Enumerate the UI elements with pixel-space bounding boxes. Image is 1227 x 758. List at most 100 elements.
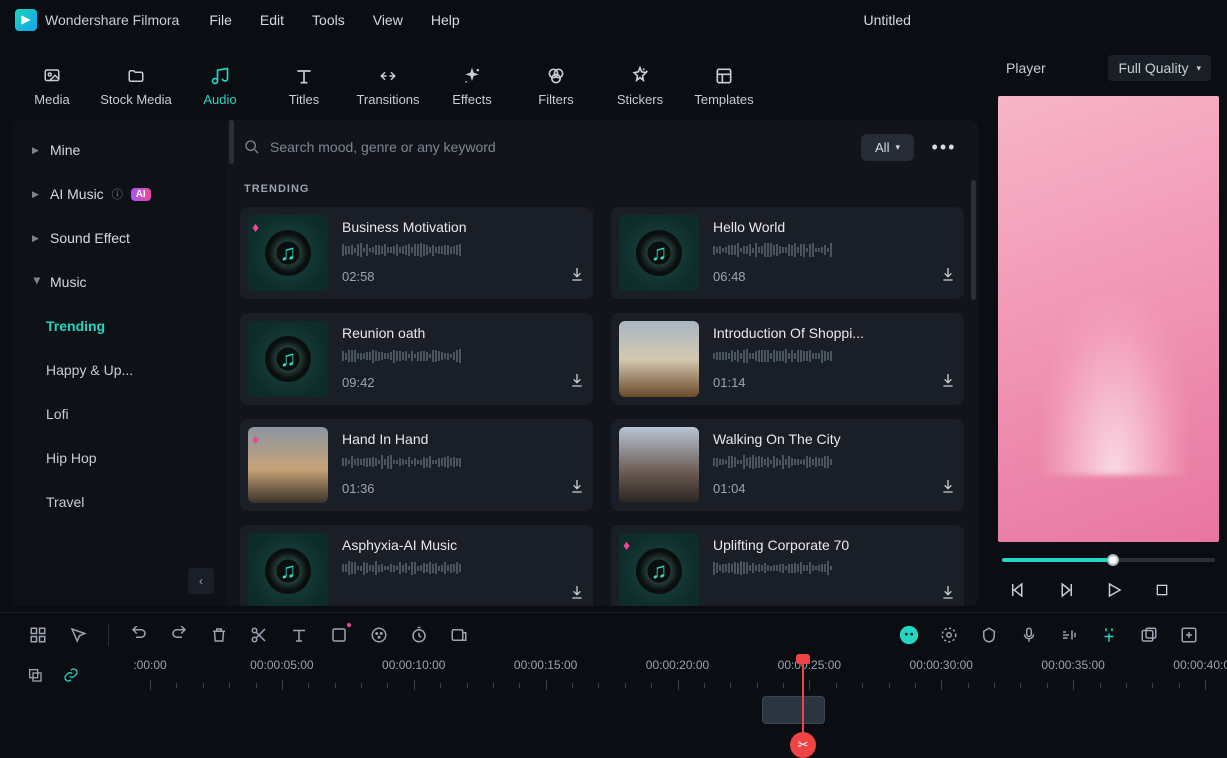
- add-track-button[interactable]: [1173, 619, 1205, 651]
- chevron-right-icon: ▶: [32, 233, 42, 244]
- ai-assistant-button[interactable]: [893, 619, 925, 651]
- track-duration: 01:04: [713, 481, 746, 496]
- speed-button[interactable]: [403, 619, 435, 651]
- undo-button[interactable]: [123, 619, 155, 651]
- tab-audio[interactable]: Audio: [180, 54, 260, 116]
- tab-transitions[interactable]: Transitions: [348, 54, 428, 116]
- delete-button[interactable]: [203, 619, 235, 651]
- track-card[interactable]: ♫Hello World06:48: [611, 207, 964, 299]
- waveform: [342, 348, 585, 364]
- playhead[interactable]: ✂: [802, 656, 804, 744]
- track-title: Asphyxia-AI Music: [342, 537, 585, 553]
- project-title: Untitled: [864, 12, 911, 28]
- track-card[interactable]: ♦Hand In Hand01:36: [240, 419, 593, 511]
- text-button[interactable]: [283, 619, 315, 651]
- track-card[interactable]: ♫Reunion oath09:42: [240, 313, 593, 405]
- timeline-toolbar: [0, 612, 1227, 656]
- player-tab[interactable]: Player: [1006, 60, 1046, 76]
- track-card[interactable]: ♦♫Business Motivation02:58: [240, 207, 593, 299]
- sidebar-item-trending[interactable]: Trending: [46, 304, 218, 348]
- quality-selector[interactable]: Full Quality ▾: [1108, 55, 1211, 81]
- download-button[interactable]: [569, 584, 585, 605]
- adjustment-button[interactable]: [1133, 619, 1165, 651]
- download-button[interactable]: [940, 372, 956, 393]
- track-thumbnail: [619, 321, 699, 397]
- sidebar-item-travel[interactable]: Travel: [46, 480, 218, 524]
- timeline-duplicate-button[interactable]: [22, 662, 48, 688]
- sidebar-item-happy-up-[interactable]: Happy & Up...: [46, 348, 218, 392]
- auto-beat-button[interactable]: [1093, 619, 1125, 651]
- menu-edit[interactable]: Edit: [260, 12, 284, 28]
- tab-filters[interactable]: Filters: [516, 54, 596, 116]
- split-button[interactable]: [243, 619, 275, 651]
- tab-stickers[interactable]: Stickers: [600, 54, 680, 116]
- image-icon: [41, 64, 63, 88]
- render-button[interactable]: [933, 619, 965, 651]
- premium-gem-icon: ♦: [252, 219, 259, 235]
- track-card[interactable]: ♫Asphyxia-AI Music: [240, 525, 593, 606]
- sidebar-item-hip-hop[interactable]: Hip Hop: [46, 436, 218, 480]
- progress-thumb[interactable]: [1107, 554, 1119, 566]
- track-card[interactable]: Walking On The City01:04: [611, 419, 964, 511]
- menu-tools[interactable]: Tools: [312, 12, 345, 28]
- playback-progress[interactable]: [1002, 558, 1215, 562]
- tab-titles[interactable]: Titles: [264, 54, 344, 116]
- filter-dropdown[interactable]: All ▾: [861, 134, 914, 161]
- tab-media[interactable]: Media: [12, 54, 92, 116]
- search-placeholder: Search mood, genre or any keyword: [270, 139, 496, 155]
- tab-stock-media[interactable]: Stock Media: [96, 54, 176, 116]
- tab-templates[interactable]: Templates: [684, 54, 764, 116]
- sidebar-category-mine[interactable]: ▶Mine: [20, 128, 218, 172]
- transition-icon: [377, 64, 399, 88]
- content-scrollbar[interactable]: [971, 180, 976, 300]
- menu-view[interactable]: View: [373, 12, 403, 28]
- prev-frame-button[interactable]: [1006, 578, 1030, 602]
- playhead-split-button[interactable]: ✂: [790, 732, 816, 758]
- sidebar-item-lofi[interactable]: Lofi: [46, 392, 218, 436]
- track-title: Hand In Hand: [342, 431, 585, 447]
- sidebar-collapse-button[interactable]: ‹: [188, 568, 214, 594]
- sidebar-category-sound-effect[interactable]: ▶Sound Effect: [20, 216, 218, 260]
- step-forward-button[interactable]: [1054, 578, 1078, 602]
- timeline-clip[interactable]: [762, 696, 825, 724]
- sidebar-category-ai-music[interactable]: ▶AI Music ⓘ AI: [20, 172, 218, 216]
- search-input[interactable]: Search mood, genre or any keyword: [244, 139, 847, 155]
- keyframe-button[interactable]: [443, 619, 475, 651]
- crop-button[interactable]: [323, 619, 355, 651]
- menu-file[interactable]: File: [209, 12, 232, 28]
- download-button[interactable]: [940, 266, 956, 287]
- redo-button[interactable]: [163, 619, 195, 651]
- download-button[interactable]: [569, 478, 585, 499]
- play-button[interactable]: [1102, 578, 1126, 602]
- audio-mixer-button[interactable]: [1053, 619, 1085, 651]
- download-button[interactable]: [940, 584, 956, 605]
- music-note-icon: ♫: [651, 558, 668, 584]
- track-thumbnail: ♫: [619, 215, 699, 291]
- chevron-down-icon: ▾: [1196, 63, 1201, 74]
- tab-effects[interactable]: Effects: [432, 54, 512, 116]
- time-label: 00:00:40:00: [1173, 658, 1227, 672]
- track-card[interactable]: Introduction Of Shoppi...01:14: [611, 313, 964, 405]
- menu-help[interactable]: Help: [431, 12, 460, 28]
- music-note-icon: ♫: [280, 240, 297, 266]
- chevron-right-icon: ▶: [32, 189, 42, 200]
- timeline[interactable]: :00:0000:00:05:0000:00:10:0000:00:15:000…: [0, 656, 1227, 744]
- video-preview[interactable]: [998, 96, 1219, 542]
- cursor-button[interactable]: [62, 619, 94, 651]
- marker-button[interactable]: [973, 619, 1005, 651]
- stop-button[interactable]: [1150, 578, 1174, 602]
- layout-grid-button[interactable]: [22, 619, 54, 651]
- color-button[interactable]: [363, 619, 395, 651]
- waveform: [342, 454, 585, 470]
- track-card[interactable]: ♦♫Uplifting Corporate 70: [611, 525, 964, 606]
- folder-icon: [125, 64, 147, 88]
- download-button[interactable]: [569, 266, 585, 287]
- download-button[interactable]: [940, 478, 956, 499]
- timeline-link-button[interactable]: [58, 662, 84, 688]
- voiceover-button[interactable]: [1013, 619, 1045, 651]
- more-options-button[interactable]: •••: [928, 131, 960, 163]
- filter-icon: [546, 64, 566, 88]
- search-icon: [244, 139, 260, 155]
- sidebar-category-music[interactable]: ▶Music: [20, 260, 218, 304]
- download-button[interactable]: [569, 372, 585, 393]
